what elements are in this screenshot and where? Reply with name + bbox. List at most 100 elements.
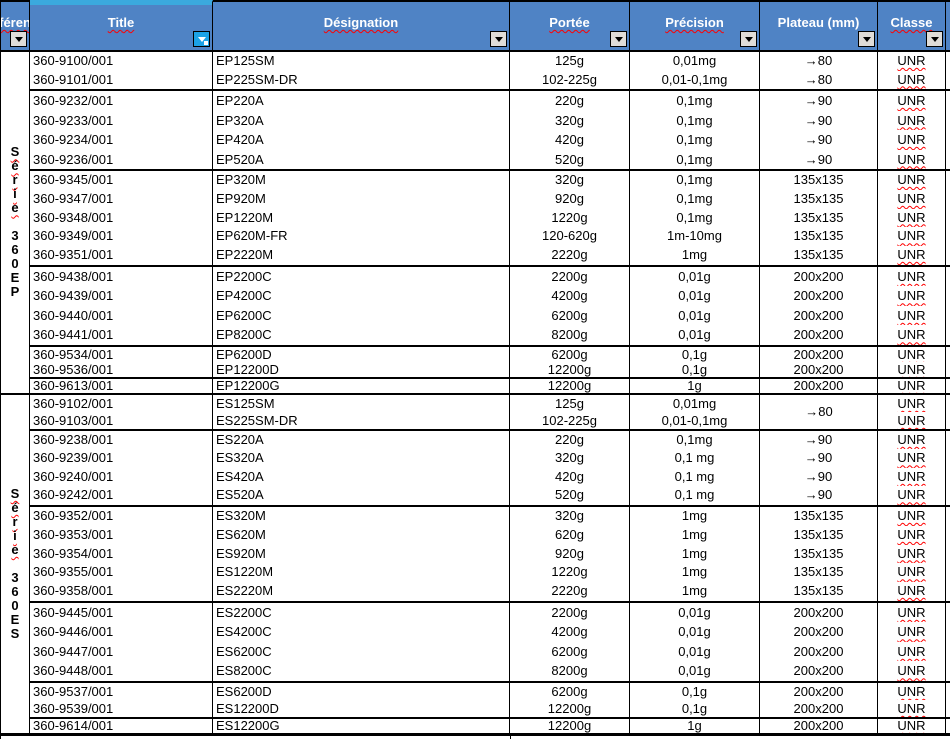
cell-precision[interactable]: 1mg	[630, 582, 760, 601]
cell-precision[interactable]: 0,01-0,1mg	[630, 71, 760, 90]
cell-portee[interactable]: 12200g	[510, 700, 630, 717]
cell-classe[interactable]: UNR	[878, 468, 946, 487]
filter-button-plateau[interactable]	[858, 31, 875, 47]
cell-designation[interactable]: EP420A	[213, 130, 510, 150]
cell-portee[interactable]: 320g	[510, 171, 630, 190]
cell-classe[interactable]: UNR	[878, 286, 946, 306]
cell-title[interactable]: 360-9438/001	[30, 267, 213, 287]
cell-portee[interactable]: 125g	[510, 52, 630, 71]
cell-title[interactable]: 360-9537/001	[30, 683, 213, 700]
cell-title[interactable]: 360-9358/001	[30, 582, 213, 601]
cell-title[interactable]: 360-9441/001	[30, 325, 213, 345]
cell-precision[interactable]: 0,1 mg	[630, 468, 760, 487]
cell-plateau[interactable]: 200x200	[760, 379, 878, 393]
cell-portee[interactable]: 12200g	[510, 362, 630, 377]
cell-designation[interactable]: ES225SM-DR	[213, 412, 510, 429]
cell-precision[interactable]: 0,1mg	[630, 130, 760, 150]
cell-classe[interactable]: UNR	[878, 603, 946, 623]
cell-classe[interactable]: UNR	[878, 642, 946, 662]
cell-title[interactable]: 360-9613/001	[30, 379, 213, 393]
cell-designation[interactable]: EP1220M	[213, 209, 510, 228]
cell-title[interactable]: 360-9534/001	[30, 347, 213, 362]
cell-precision[interactable]: 0,01g	[630, 603, 760, 623]
cell-plateau[interactable]: →80	[760, 52, 878, 71]
merged-plateau-cell[interactable]: →80	[760, 395, 878, 429]
cell-portee[interactable]: 2220g	[510, 582, 630, 601]
cell-classe[interactable]: UNR	[878, 563, 946, 582]
cell-plateau[interactable]: 135x135	[760, 171, 878, 190]
cell-precision[interactable]: 0,1mg	[630, 91, 760, 111]
column-header-classe[interactable]: Classe	[878, 0, 946, 50]
cell-designation[interactable]: ES320M	[213, 507, 510, 526]
cell-portee[interactable]: 2200g	[510, 603, 630, 623]
cell-classe[interactable]: UNR	[878, 719, 946, 733]
cell-plateau[interactable]: 135x135	[760, 526, 878, 545]
column-header-plateau[interactable]: Plateau (mm)	[760, 0, 878, 50]
cell-portee[interactable]: 8200g	[510, 661, 630, 681]
cell-precision[interactable]: 1mg	[630, 545, 760, 564]
cell-classe[interactable]: UNR	[878, 683, 946, 700]
cell-designation[interactable]: ES125SM	[213, 395, 510, 412]
cell-portee[interactable]: 220g	[510, 431, 630, 450]
cell-plateau[interactable]: 200x200	[760, 362, 878, 377]
cell-designation[interactable]: EP2200C	[213, 267, 510, 287]
cell-portee[interactable]: 920g	[510, 545, 630, 564]
cell-classe[interactable]: UNR	[878, 306, 946, 326]
cell-portee[interactable]: 520g	[510, 150, 630, 170]
cell-plateau[interactable]: 135x135	[760, 227, 878, 246]
cell-title[interactable]: 360-9347/001	[30, 190, 213, 209]
cell-precision[interactable]: 0,01mg	[630, 395, 760, 412]
cell-precision[interactable]: 0,01g	[630, 325, 760, 345]
cell-precision[interactable]: 1mg	[630, 246, 760, 265]
cell-plateau[interactable]: 200x200	[760, 661, 878, 681]
cell-plateau[interactable]: →90	[760, 449, 878, 468]
cell-designation[interactable]: ES2200C	[213, 603, 510, 623]
cell-title[interactable]: 360-9101/001	[30, 71, 213, 90]
cell-classe[interactable]: UNR	[878, 111, 946, 131]
column-header-precision[interactable]: Précision	[630, 0, 760, 50]
cell-title[interactable]: 360-9447/001	[30, 642, 213, 662]
cell-designation[interactable]: ES220A	[213, 431, 510, 450]
cell-portee[interactable]: 102-225g	[510, 71, 630, 90]
cell-precision[interactable]: 0,01g	[630, 661, 760, 681]
cell-precision[interactable]: 0,1mg	[630, 111, 760, 131]
cell-title[interactable]: 360-9355/001	[30, 563, 213, 582]
cell-precision[interactable]: 0,1g	[630, 347, 760, 362]
cell-plateau[interactable]: 135x135	[760, 563, 878, 582]
cell-classe[interactable]: UNR	[878, 700, 946, 717]
cell-designation[interactable]: ES1220M	[213, 563, 510, 582]
cell-plateau[interactable]: →90	[760, 111, 878, 131]
cell-classe[interactable]: UNR	[878, 52, 946, 71]
cell-designation[interactable]: ES6200D	[213, 683, 510, 700]
cell-plateau[interactable]: 135x135	[760, 582, 878, 601]
cell-title[interactable]: 360-9353/001	[30, 526, 213, 545]
cell-precision[interactable]: 0,01g	[630, 622, 760, 642]
cell-designation[interactable]: EP320M	[213, 171, 510, 190]
cell-designation[interactable]: EP4200C	[213, 286, 510, 306]
cell-portee[interactable]: 102-225g	[510, 412, 630, 429]
cell-designation[interactable]: EP620M-FR	[213, 227, 510, 246]
cell-title[interactable]: 360-9439/001	[30, 286, 213, 306]
cell-plateau[interactable]: →90	[760, 431, 878, 450]
cell-title[interactable]: 360-9239/001	[30, 449, 213, 468]
cell-title[interactable]: 360-9348/001	[30, 209, 213, 228]
cell-title[interactable]: 360-9448/001	[30, 661, 213, 681]
cell-plateau[interactable]: 135x135	[760, 190, 878, 209]
cell-classe[interactable]: UNR	[878, 545, 946, 564]
filter-button-precision[interactable]	[740, 31, 757, 47]
cell-precision[interactable]: 0,1mg	[630, 171, 760, 190]
cell-designation[interactable]: ES12200D	[213, 700, 510, 717]
cell-portee[interactable]: 6200g	[510, 642, 630, 662]
cell-title[interactable]: 360-9238/001	[30, 431, 213, 450]
cell-classe[interactable]: UNR	[878, 209, 946, 228]
cell-designation[interactable]: EP6200D	[213, 347, 510, 362]
cell-plateau[interactable]: →90	[760, 486, 878, 505]
cell-plateau[interactable]: 135x135	[760, 545, 878, 564]
column-header-portee[interactable]: Portée	[510, 0, 630, 50]
cell-plateau[interactable]: →90	[760, 468, 878, 487]
cell-designation[interactable]: EP225SM-DR	[213, 71, 510, 90]
cell-title[interactable]: 360-9614/001	[30, 719, 213, 733]
cell-designation[interactable]: ES12200G	[213, 719, 510, 733]
cell-title[interactable]: 360-9440/001	[30, 306, 213, 326]
cell-precision[interactable]: 0,1g	[630, 362, 760, 377]
